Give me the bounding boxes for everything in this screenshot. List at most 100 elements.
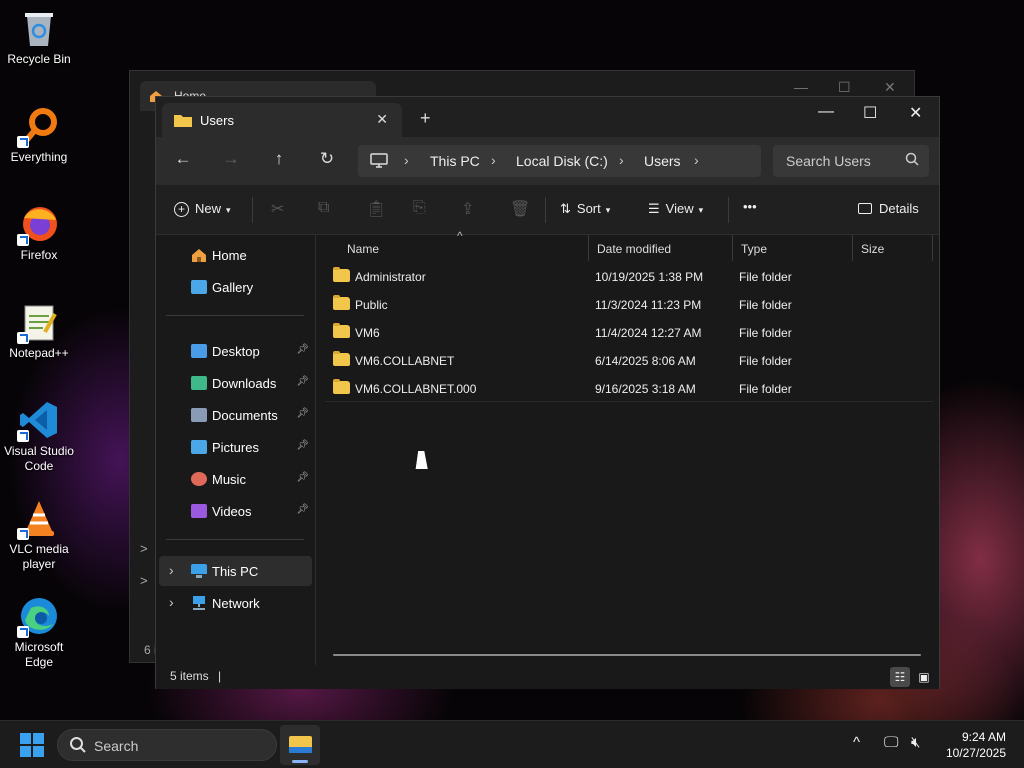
delete-icon[interactable]: 🗑︎ (510, 199, 530, 219)
pin-icon[interactable]: 📌︎ (296, 376, 309, 387)
sidebar-divider (166, 315, 304, 316)
maximize-button[interactable]: ☐ (863, 103, 877, 123)
everything-search-icon (17, 106, 59, 148)
bg-expand-chevron[interactable]: > (140, 541, 148, 556)
sort-button[interactable]: ⇅ Sort ▾ (560, 201, 610, 217)
shortcut-arrow-icon (17, 626, 29, 638)
desktop-icon-vscode[interactable]: Visual Studio Code (2, 400, 76, 474)
sidebar-item-gallery[interactable]: Gallery (159, 272, 312, 302)
sidebar-item-downloads[interactable]: Downloads 📌︎ (159, 368, 312, 398)
file-date: 9/16/2025 3:18 AM (595, 382, 696, 396)
desktop-icon-edge[interactable]: Microsoft Edge (2, 596, 76, 670)
chevron-down-icon: ▾ (226, 205, 231, 215)
table-row[interactable]: VM6 11/4/2024 12:27 AM File folder (325, 318, 933, 346)
desktop-icon-firefox[interactable]: Firefox (2, 204, 76, 263)
pin-icon[interactable]: 📌︎ (296, 504, 309, 515)
shortcut-arrow-icon (17, 528, 29, 540)
bg-close-button[interactable]: ✕ (884, 79, 896, 96)
breadcrumb-chevron-icon[interactable]: › (619, 152, 624, 168)
paste-icon[interactable]: 📋︎ (366, 199, 386, 219)
taskbar-file-explorer-button[interactable] (280, 725, 320, 765)
monitor-icon[interactable] (370, 153, 388, 169)
view-button[interactable]: ☰ View ▾ (648, 201, 703, 217)
cut-icon[interactable]: ✂ (271, 199, 284, 219)
tab-close-button[interactable]: ✕ (376, 111, 388, 128)
desktop-icon-label: Visual Studio Code (4, 444, 74, 473)
copy-icon[interactable]: ⧉ (318, 199, 329, 217)
column-header-size[interactable]: Size (853, 235, 933, 261)
title-bar[interactable]: Users ✕ + — ☐ ✕ (156, 97, 939, 137)
close-button[interactable]: ✕ (909, 103, 922, 123)
sidebar-item-this-pc[interactable]: › This PC (159, 556, 312, 586)
pin-icon[interactable]: 📌︎ (296, 472, 309, 483)
column-header-type[interactable]: Type (733, 235, 853, 261)
column-header-date-modified[interactable]: Date modified (589, 235, 733, 261)
view-label: View (665, 201, 694, 216)
breadcrumb-chevron-icon[interactable]: › (404, 152, 409, 168)
sidebar-item-documents[interactable]: Documents 📌︎ (159, 400, 312, 430)
refresh-button[interactable]: ↻ (315, 149, 339, 169)
table-row[interactable]: VM6.COLLABNET 6/14/2025 8:06 AM File fol… (325, 346, 933, 374)
more-options-button[interactable]: ••• (743, 199, 757, 214)
tab-users[interactable]: Users ✕ (162, 103, 402, 137)
table-row[interactable]: Administrator 10/19/2025 1:38 PM File fo… (325, 262, 933, 290)
minimize-button[interactable]: — (818, 103, 834, 121)
back-button[interactable]: ← (171, 149, 195, 169)
sidebar-item-videos[interactable]: Videos 📌︎ (159, 496, 312, 526)
breadcrumb-chevron-icon[interactable]: › (491, 152, 496, 168)
desktop-icon-notepad-plus-plus[interactable]: Notepad++ (2, 302, 76, 361)
plus-circle-icon: + (174, 202, 189, 217)
volume-muted-icon[interactable]: 🔇︎ (911, 734, 920, 751)
forward-button[interactable]: → (219, 149, 243, 169)
pin-icon[interactable]: 📌︎ (296, 408, 309, 419)
up-button[interactable]: ↑ (267, 149, 291, 169)
sidebar-item-home[interactable]: Home (159, 240, 312, 270)
navigation-bar: ← → ↑ ↻ › This PC › Local Disk (C:) › Us… (156, 137, 939, 185)
desktop-icon-label: Microsoft Edge (14, 640, 64, 669)
tiles-view-button[interactable]: ▣ (914, 667, 934, 687)
breadcrumb-users[interactable]: Users (644, 153, 681, 169)
share-icon[interactable]: ⇪ (461, 199, 474, 219)
desktop-icon-vlc[interactable]: VLC media player (2, 498, 76, 572)
breadcrumb-this-pc[interactable]: This PC (430, 153, 480, 169)
bg-expand-chevron-2[interactable]: > (140, 573, 148, 588)
start-button[interactable] (20, 733, 44, 757)
pin-icon[interactable]: 📌︎ (296, 440, 309, 451)
sidebar-item-pictures[interactable]: Pictures 📌︎ (159, 432, 312, 462)
details-view-button[interactable]: ☷ (890, 667, 910, 687)
file-list[interactable]: ^ Name Date modified Type Size Administr… (317, 229, 939, 665)
pin-icon[interactable]: 📌︎ (296, 344, 309, 355)
sidebar-item-desktop[interactable]: Desktop 📌︎ (159, 336, 312, 366)
bg-maximize-button[interactable]: ☐ (838, 79, 851, 96)
details-button[interactable]: Details (858, 201, 919, 216)
address-bar[interactable]: › This PC › Local Disk (C:) › Users › (358, 145, 761, 177)
desktop-icon-recycle-bin[interactable]: Recycle Bin (2, 8, 76, 67)
system-clock[interactable]: 9:24 AM 10/27/2025 (946, 729, 1006, 761)
shortcut-arrow-icon (17, 136, 29, 148)
rename-icon[interactable]: ⎘ (413, 199, 426, 217)
file-type: File folder (739, 326, 792, 340)
column-header-name[interactable]: Name (339, 235, 589, 261)
network-status-icon[interactable]: 🖵︎ (884, 734, 898, 751)
breadcrumb-local-disk[interactable]: Local Disk (C:) (516, 153, 608, 169)
desktop-icon-everything[interactable]: Everything (2, 106, 76, 165)
breadcrumb-chevron-icon[interactable]: › (694, 152, 699, 168)
chevron-right-icon[interactable]: › (169, 562, 174, 578)
vscode-icon (17, 400, 59, 442)
new-tab-button[interactable]: + (420, 108, 431, 129)
notepad-plus-plus-icon (17, 302, 59, 344)
new-button[interactable]: + New ▾ (174, 201, 231, 217)
horizontal-scrollbar[interactable] (333, 654, 921, 656)
folder-icon (333, 267, 350, 282)
file-explorer-window[interactable]: Users ✕ + — ☐ ✕ ← → ↑ ↻ › This PC › Loca… (155, 96, 940, 689)
search-input[interactable]: Search Users (773, 145, 929, 177)
show-hidden-icons-button[interactable]: ^ (853, 734, 860, 751)
taskbar-search-box[interactable]: Search (57, 729, 277, 761)
sidebar-item-music[interactable]: Music 📌︎ (159, 464, 312, 494)
table-row[interactable]: VM6.COLLABNET.000 9/16/2025 3:18 AM File… (325, 374, 933, 402)
bg-minimize-button[interactable]: — (794, 79, 808, 95)
chevron-right-icon[interactable]: › (169, 594, 174, 610)
search-icon[interactable] (905, 152, 919, 166)
table-row[interactable]: Public 11/3/2024 11:23 PM File folder (325, 290, 933, 318)
sidebar-item-network[interactable]: › Network (159, 588, 312, 618)
